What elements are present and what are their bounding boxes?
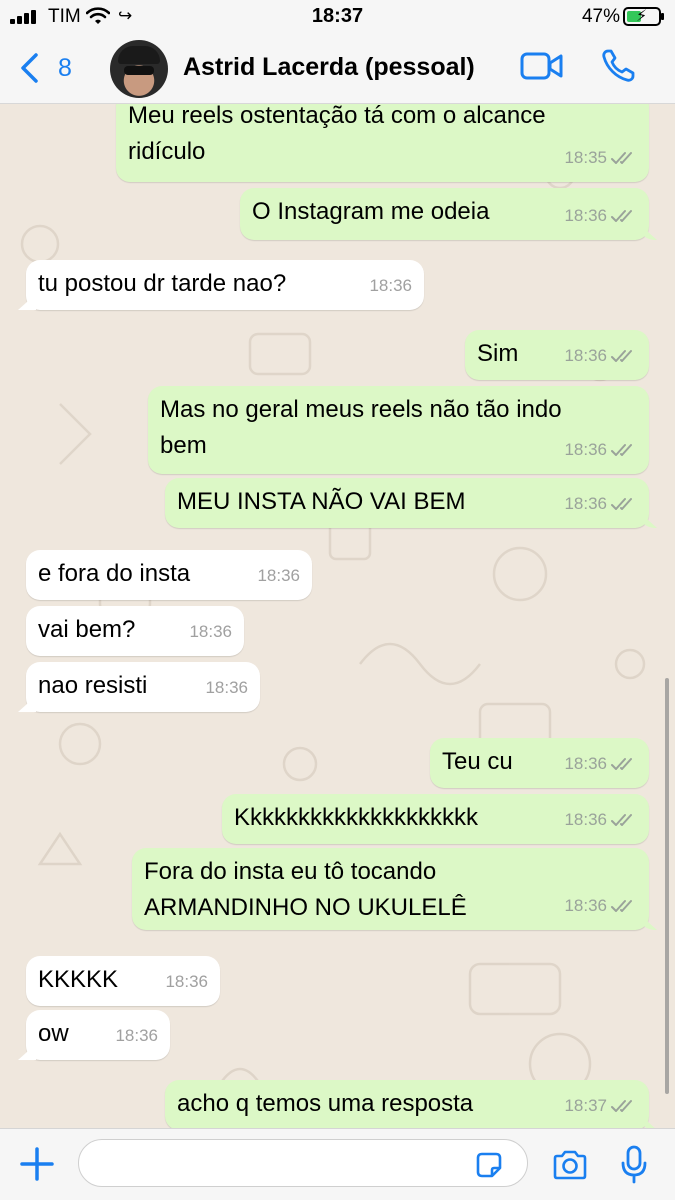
read-ticks-icon xyxy=(611,350,632,362)
outgoing-message[interactable]: Teu cu 18:36 xyxy=(430,738,649,788)
charging-bolt-icon: ⚡ xyxy=(636,8,648,25)
video-call-icon[interactable] xyxy=(520,50,564,82)
message-meta: 18:37 xyxy=(564,1088,637,1124)
outgoing-message[interactable]: Sim 18:36 xyxy=(465,330,649,380)
outgoing-message[interactable]: Fora do insta eu tô tocando ARMANDINHO N… xyxy=(132,848,649,930)
message-meta: 18:36 xyxy=(564,802,637,838)
message-meta: 18:36 xyxy=(564,888,637,924)
read-ticks-icon xyxy=(611,1100,632,1112)
read-ticks-icon xyxy=(611,210,632,222)
read-ticks-icon xyxy=(611,498,632,510)
incoming-message[interactable]: nao resisti 18:36 xyxy=(26,662,260,712)
back-button[interactable]: 8 xyxy=(18,50,88,90)
microphone-icon[interactable] xyxy=(620,1145,648,1185)
avatar[interactable] xyxy=(110,40,168,98)
read-ticks-icon xyxy=(611,444,632,456)
message-time: 18:36 xyxy=(564,754,607,773)
incoming-message[interactable]: tu postou dr tarde nao? 18:36 xyxy=(26,260,424,310)
contact-name[interactable]: Astrid Lacerda (pessoal) xyxy=(183,53,475,82)
message-meta: 18:36 xyxy=(564,432,637,468)
sticker-icon[interactable] xyxy=(474,1150,504,1180)
message-meta: 18:36 xyxy=(564,198,637,234)
message-meta: 18:36 xyxy=(205,670,248,706)
message-meta: 18:35 xyxy=(564,140,637,176)
read-ticks-icon xyxy=(611,152,632,164)
phone-call-icon[interactable] xyxy=(600,48,636,84)
message-time: 18:36 xyxy=(257,566,300,585)
message-meta: 18:36 xyxy=(564,746,637,782)
battery-icon: ⚡ xyxy=(623,7,664,26)
incoming-message[interactable]: ow 18:36 xyxy=(26,1010,170,1060)
message-time: 18:36 xyxy=(564,440,607,459)
outgoing-message[interactable]: O Instagram me odeia 18:36 xyxy=(240,188,649,240)
message-meta: 18:36 xyxy=(369,268,412,304)
chat-area[interactable]: Meu reels ostentação tá com o alcance ri… xyxy=(0,104,675,1128)
message-time: 18:37 xyxy=(564,1096,607,1115)
read-ticks-icon xyxy=(611,758,632,770)
battery-percent: 47% xyxy=(581,6,620,27)
incoming-message[interactable]: KKKKK 18:36 xyxy=(26,956,220,1006)
message-input[interactable] xyxy=(78,1139,528,1187)
camera-icon[interactable] xyxy=(551,1149,589,1181)
unread-count: 8 xyxy=(58,54,72,82)
message-time: 18:36 xyxy=(369,276,412,295)
message-time: 18:36 xyxy=(564,810,607,829)
outgoing-message[interactable]: acho q temos uma resposta 18:37 xyxy=(165,1080,649,1128)
message-time: 18:36 xyxy=(564,896,607,915)
message-text: Fora do insta eu tô tocando ARMANDINHO N… xyxy=(144,858,467,921)
message-time: 18:36 xyxy=(564,494,607,513)
message-time: 18:36 xyxy=(165,972,208,991)
status-bar: TIM ↪ 18:37 47% ⚡ xyxy=(0,0,675,34)
chevron-left-icon xyxy=(21,53,38,83)
outgoing-message[interactable]: Mas no geral meus reels não tão indo bem… xyxy=(148,386,649,474)
read-ticks-icon xyxy=(611,900,632,912)
outgoing-message[interactable]: MEU INSTA NÃO VAI BEM 18:36 xyxy=(165,478,649,528)
status-time: 18:37 xyxy=(311,5,364,27)
input-bar xyxy=(0,1128,675,1200)
message-time: 18:35 xyxy=(564,148,607,167)
message-meta: 18:36 xyxy=(564,338,637,374)
outgoing-message[interactable]: Meu reels ostentação tá com o alcance ri… xyxy=(116,104,649,182)
message-time: 18:36 xyxy=(115,1026,158,1045)
scrollbar[interactable] xyxy=(665,678,669,1094)
read-ticks-icon xyxy=(611,814,632,826)
message-meta: 18:36 xyxy=(189,614,232,650)
message-time: 18:36 xyxy=(564,346,607,365)
message-time: 18:36 xyxy=(189,622,232,641)
message-time: 18:36 xyxy=(205,678,248,697)
outgoing-message[interactable]: Kkkkkkkkkkkkkkkkkkkk 18:36 xyxy=(222,794,649,844)
incoming-message[interactable]: e fora do insta 18:36 xyxy=(26,550,312,600)
message-meta: 18:36 xyxy=(165,964,208,1000)
message-meta: 18:36 xyxy=(115,1018,158,1054)
top-bar: TIM ↪ 18:37 47% ⚡ 8 Astrid Lacerda (pess… xyxy=(0,0,675,104)
message-time: 18:36 xyxy=(564,206,607,225)
message-meta: 18:36 xyxy=(257,558,300,594)
incoming-message[interactable]: vai bem? 18:36 xyxy=(26,606,244,656)
plus-icon[interactable] xyxy=(18,1145,56,1183)
message-text: Meu reels ostentação tá com o alcance ri… xyxy=(128,104,546,165)
message-meta: 18:36 xyxy=(564,486,637,522)
message-text: tu postou dr tarde nao? xyxy=(38,270,287,297)
